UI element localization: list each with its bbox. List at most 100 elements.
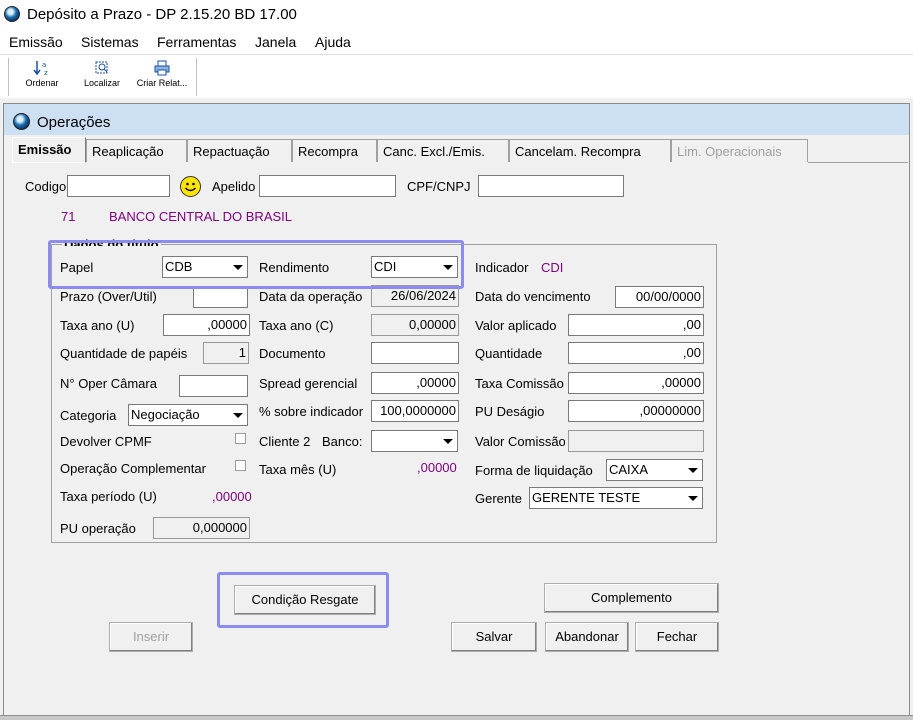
gerente-label: Gerente <box>475 491 522 506</box>
taxa-ano-c-label: Taxa ano (C) <box>259 318 334 333</box>
apelido-label: Apelido <box>212 179 256 194</box>
taxa-periodo-value: ,00000 <box>212 489 252 504</box>
chevron-down-icon <box>228 406 246 424</box>
tab-line <box>808 162 908 163</box>
codigo-label: Codigo <box>25 179 67 194</box>
forma-liq-select[interactable]: CAIXA <box>606 459 703 481</box>
taxa-mes-label: Taxa mês (U) <box>259 462 337 477</box>
tab-reaplicacao[interactable]: Reaplicação <box>86 139 187 162</box>
bottom-edge <box>0 715 913 720</box>
tab-emissao[interactable]: Emissão <box>12 137 86 163</box>
menu-ferramentas[interactable]: Ferramentas <box>157 34 236 50</box>
indicador-label: Indicador <box>475 260 529 275</box>
gerente-select[interactable]: GERENTE TESTE <box>529 487 703 509</box>
tab-repactuacao[interactable]: Repactuação <box>187 139 292 162</box>
prazo-field[interactable] <box>193 286 248 308</box>
pu-operacao-field: 0,000000 <box>153 517 250 539</box>
categoria-value: Negociação <box>131 407 200 422</box>
oper-compl-label: Operação Complementar <box>60 461 206 476</box>
documento-field[interactable] <box>371 342 459 364</box>
categoria-select[interactable]: Negociação <box>128 404 248 426</box>
find-button[interactable]: Localizar <box>74 60 130 96</box>
pu-desagio-field[interactable]: ,00000000 <box>568 400 704 422</box>
child-app-icon <box>13 113 30 130</box>
inserir-button: Inserir <box>109 622 193 652</box>
quantidade-field[interactable]: ,00 <box>568 342 704 364</box>
report-label: Criar Relat... <box>136 78 188 88</box>
find-label: Localizar <box>83 78 121 88</box>
vencimento-label: Data do vencimento <box>475 289 591 304</box>
pu-desagio-label: PU Deságio <box>475 404 545 419</box>
codigo-field[interactable] <box>67 175 170 197</box>
spread-label: Spread gerencial <box>259 376 358 391</box>
menu-emissao[interactable]: Emissão <box>9 34 63 50</box>
pct-indicador-field[interactable]: 100,0000000 <box>371 400 459 422</box>
pu-operacao-label: PU operação <box>60 521 136 536</box>
menu-janela[interactable]: Janela <box>255 34 296 50</box>
chevron-down-icon <box>683 489 701 507</box>
banco-select[interactable] <box>371 430 458 452</box>
spread-field[interactable]: ,00000 <box>371 372 459 394</box>
taxa-ano-c-field: 0,00000 <box>371 314 459 336</box>
documento-label: Documento <box>259 346 326 361</box>
salvar-button[interactable]: Salvar <box>451 622 537 652</box>
smiley-face-icon <box>185 182 196 192</box>
smiley-search-icon[interactable] <box>180 176 201 197</box>
pct-indicador-label: % sobre indicador <box>259 404 364 419</box>
prazo-label: Prazo (Over/Util) <box>60 289 157 304</box>
printer-icon <box>154 60 170 76</box>
cpf-cnpj-field[interactable] <box>478 175 624 197</box>
valor-comissao-field <box>568 430 704 452</box>
valor-comissao-label: Valor Comissão <box>475 434 565 449</box>
child-title: Operações <box>37 114 111 131</box>
indicador-value: CDI <box>541 260 564 275</box>
condicao-resgate-button[interactable]: Condição Resgate <box>234 585 376 615</box>
order-label: Ordenar <box>25 78 59 88</box>
find-icon <box>95 61 108 74</box>
forma-liq-value: CAIXA <box>609 462 649 477</box>
quantidade-label: Quantidade <box>475 346 543 361</box>
app-icon <box>4 6 20 22</box>
taxa-comissao-field[interactable]: ,00000 <box>568 372 704 394</box>
window-title: Depósito a Prazo - DP 2.15.20 BD 17.00 <box>27 6 297 23</box>
qtd-papeis-label: Quantidade de papéis <box>60 346 188 361</box>
tab-cancelam-recompra[interactable]: Cancelam. Recompra <box>509 139 671 162</box>
cpf-cnpj-label: CPF/CNPJ <box>407 179 471 194</box>
fechar-button[interactable]: Fechar <box>635 622 719 652</box>
banco-label: Banco: <box>322 434 363 449</box>
taxa-ano-u-label: Taxa ano (U) <box>60 318 135 333</box>
qtd-papeis-field: 1 <box>203 342 249 364</box>
valor-aplicado-label: Valor aplicado <box>475 318 557 333</box>
bank-code: 71 <box>61 209 76 224</box>
devolver-cpmf-label: Devolver CPMF <box>60 434 152 449</box>
tab-canc-excl-emis[interactable]: Canc. Excl./Emis. <box>377 139 509 162</box>
bank-name: BANCO CENTRAL DO BRASIL <box>109 209 293 224</box>
vencimento-field[interactable]: 00/00/0000 <box>615 286 704 308</box>
tab-lim-operacionais: Lim. Operacionais <box>671 139 808 162</box>
chevron-down-icon <box>438 432 456 450</box>
taxa-periodo-label: Taxa período (U) <box>60 489 157 504</box>
tab-recompra[interactable]: Recompra <box>292 139 377 162</box>
oper-camara-field[interactable] <box>179 375 248 397</box>
gerente-value: GERENTE TESTE <box>532 490 641 505</box>
categoria-label: Categoria <box>60 408 117 423</box>
devolver-cpmf-checkbox[interactable] <box>235 433 246 444</box>
toolbar-separator <box>196 58 197 96</box>
apelido-field[interactable] <box>259 175 396 197</box>
sort-az-icon: az <box>33 61 48 76</box>
menu-ajuda[interactable]: Ajuda <box>315 34 351 50</box>
abandonar-button[interactable]: Abandonar <box>545 622 629 652</box>
order-button[interactable]: az Ordenar <box>14 60 70 96</box>
oper-compl-checkbox[interactable] <box>235 460 246 471</box>
menu-sistemas[interactable]: Sistemas <box>81 34 139 50</box>
highlight-papel-rendimento <box>48 240 464 289</box>
cliente2-label: Cliente 2 <box>259 434 311 449</box>
taxa-ano-u-field[interactable]: ,00000 <box>163 314 250 336</box>
chevron-down-icon <box>683 461 701 479</box>
oper-camara-label: N° Oper Câmara <box>60 376 157 391</box>
valor-aplicado-field[interactable]: ,00 <box>568 314 704 336</box>
report-button[interactable]: Criar Relat... <box>134 60 190 96</box>
data-operacao-label: Data da operação <box>259 289 363 304</box>
svg-text:a: a <box>42 61 46 69</box>
complemento-button[interactable]: Complemento <box>544 583 719 613</box>
